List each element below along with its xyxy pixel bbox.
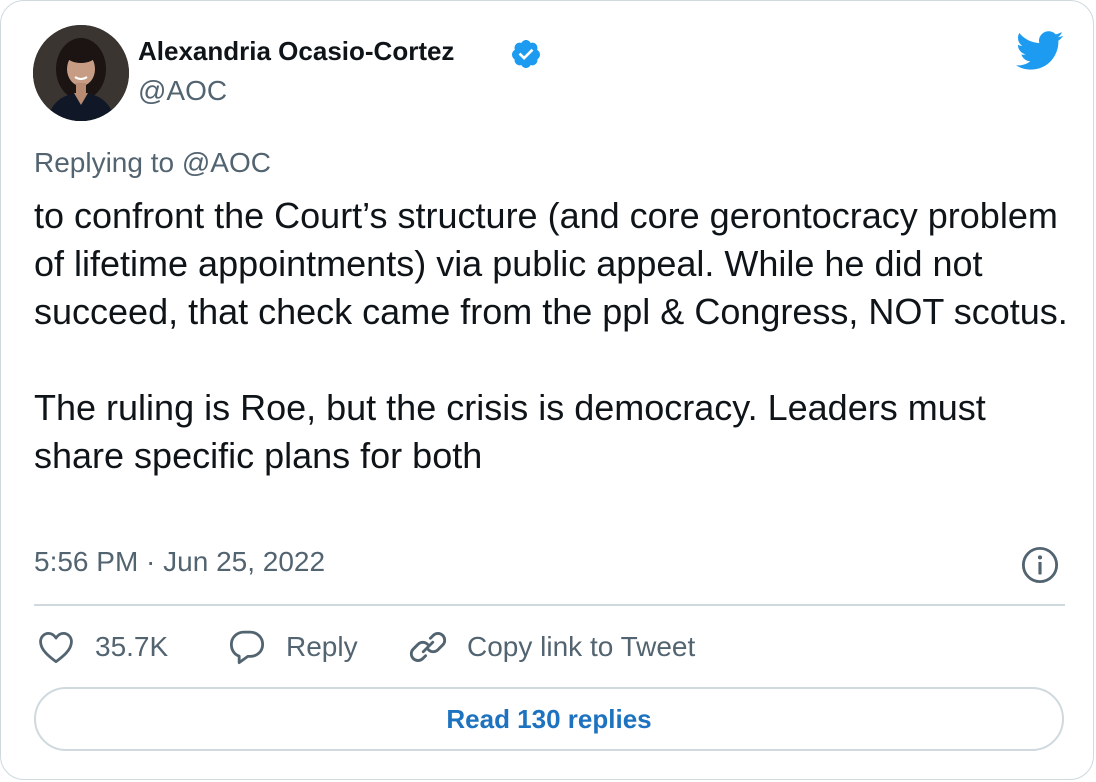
copy-link-label: Copy link to Tweet [467, 631, 696, 662]
speech-bubble-icon [229, 630, 265, 665]
tweet-text: to confront the Court’s structure (and c… [34, 192, 1074, 480]
link-icon [409, 632, 447, 662]
reply-button[interactable]: Reply [228, 627, 358, 667]
tweet-paragraph: The ruling is Roe, but the crisis is dem… [34, 387, 986, 476]
tweet-timestamp[interactable]: 5:56 PM · Jun 25, 2022 [34, 544, 325, 580]
replying-to-label[interactable]: Replying to @AOC [34, 145, 271, 181]
twitter-bird-icon[interactable] [1016, 31, 1064, 71]
tweet-paragraph: to confront the Court’s structure (and c… [34, 195, 1068, 332]
like-button[interactable]: 35.7K [37, 627, 168, 667]
reply-label: Reply [286, 631, 358, 662]
avatar[interactable] [33, 25, 129, 121]
verified-badge-icon [511, 40, 540, 68]
like-count: 35.7K [95, 631, 169, 662]
divider [34, 604, 1065, 606]
tweet-card: Alexandria Ocasio-Cortez @AOC Replying t… [0, 0, 1094, 780]
author-name[interactable]: Alexandria Ocasio-Cortez [138, 33, 454, 69]
author-handle[interactable]: @AOC [138, 73, 227, 109]
heart-icon [39, 632, 73, 664]
info-icon[interactable] [1021, 546, 1059, 584]
copy-link-button[interactable]: Copy link to Tweet [409, 627, 695, 667]
read-replies-button[interactable]: Read 130 replies [34, 687, 1064, 751]
avatar-image [33, 25, 129, 121]
